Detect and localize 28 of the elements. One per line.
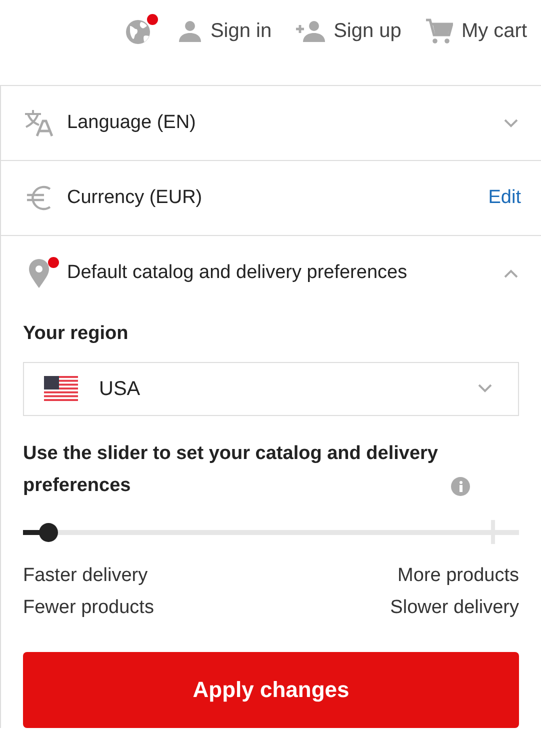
nav-link[interactable]: Sign up <box>296 14 402 48</box>
add-person-icon <box>296 19 326 43</box>
slider-caption: Faster delivery <box>23 564 149 588</box>
apply-button[interactable]: Apply changes <box>23 652 519 728</box>
nav-link[interactable]: My cart <box>425 14 527 48</box>
nav-link[interactable]: Sign in <box>178 14 272 48</box>
euro-icon <box>25 184 53 212</box>
edit-link[interactable]: Edit <box>488 184 521 212</box>
flag-icon <box>44 376 78 401</box>
slider-caption: Fewer products <box>23 596 154 620</box>
section-title: Currency (EUR) <box>67 186 204 210</box>
person-icon <box>178 19 202 43</box>
section-title: Default catalog and delivery preferences <box>67 261 408 286</box>
slider-thumb[interactable] <box>38 522 58 542</box>
selected-value: USA <box>99 376 142 402</box>
field-label: Your region <box>23 322 130 346</box>
chevron-up-icon <box>504 269 518 278</box>
slider-heading: Use the slider to set your catalog and delivery preferences <box>23 442 439 498</box>
chevron-down-icon <box>478 384 492 393</box>
translate-icon <box>24 109 54 137</box>
slider-caption: More products <box>396 564 519 588</box>
location-pin-icon <box>28 258 50 288</box>
info-icon[interactable] <box>451 476 470 496</box>
region-select[interactable]: USA <box>23 362 519 416</box>
slider-caption: Slower delivery <box>390 596 519 620</box>
cart-icon <box>425 17 454 45</box>
chevron-down-icon <box>504 118 518 128</box>
section-title: Language (EN) <box>67 110 197 135</box>
